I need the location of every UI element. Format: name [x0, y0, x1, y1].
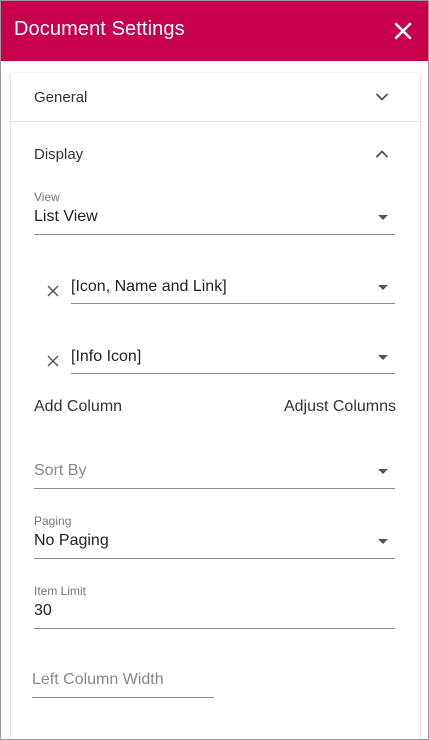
adjust-columns-button[interactable]: Adjust Columns: [284, 398, 396, 416]
sort-by-placeholder: Sort By: [34, 462, 87, 479]
settings-panel: General Display View List View [Icon, Na…: [11, 73, 420, 739]
close-button[interactable]: [389, 17, 417, 45]
section-general-label: General: [34, 89, 88, 106]
sort-by-select[interactable]: Sort By: [34, 453, 395, 489]
item-limit-label: Item Limit: [34, 584, 87, 598]
left-column-width-input[interactable]: Left Column Width: [32, 663, 214, 698]
section-display-header[interactable]: Display: [11, 130, 420, 178]
dialog-header: Document Settings: [1, 1, 428, 61]
section-display-label: Display: [34, 146, 84, 163]
paging-select[interactable]: Paging No Paging: [34, 513, 395, 559]
paging-label: Paging: [34, 514, 72, 528]
dropdown-arrow-icon: [378, 539, 388, 544]
column-value: [Info Icon]: [71, 348, 142, 365]
section-divider: [11, 121, 420, 122]
paging-value: No Paging: [34, 532, 109, 549]
dropdown-arrow-icon: [378, 355, 388, 360]
column-select[interactable]: [Icon, Name and Link]: [71, 269, 395, 304]
section-general-header[interactable]: General: [11, 73, 420, 121]
dropdown-arrow-icon: [378, 285, 388, 290]
add-column-button[interactable]: Add Column: [34, 398, 122, 416]
item-limit-input[interactable]: Item Limit 30: [34, 583, 395, 629]
close-icon: [394, 22, 412, 40]
dropdown-arrow-icon: [378, 215, 388, 220]
view-label: View: [34, 190, 60, 204]
view-value: List View: [34, 208, 98, 225]
column-select[interactable]: [Info Icon]: [71, 339, 395, 374]
remove-column-icon[interactable]: [45, 283, 61, 299]
column-value: [Icon, Name and Link]: [71, 278, 227, 295]
remove-column-icon[interactable]: [45, 353, 61, 369]
dropdown-arrow-icon: [378, 469, 388, 474]
left-column-width-placeholder: Left Column Width: [32, 671, 164, 688]
dialog-title: Document Settings: [14, 18, 185, 40]
chevron-down-icon: [376, 93, 388, 101]
view-select[interactable]: View List View: [34, 189, 395, 235]
item-limit-value: 30: [34, 602, 52, 619]
chevron-up-icon: [376, 150, 388, 158]
settings-dialog: Document Settings General Display View L…: [0, 0, 429, 740]
